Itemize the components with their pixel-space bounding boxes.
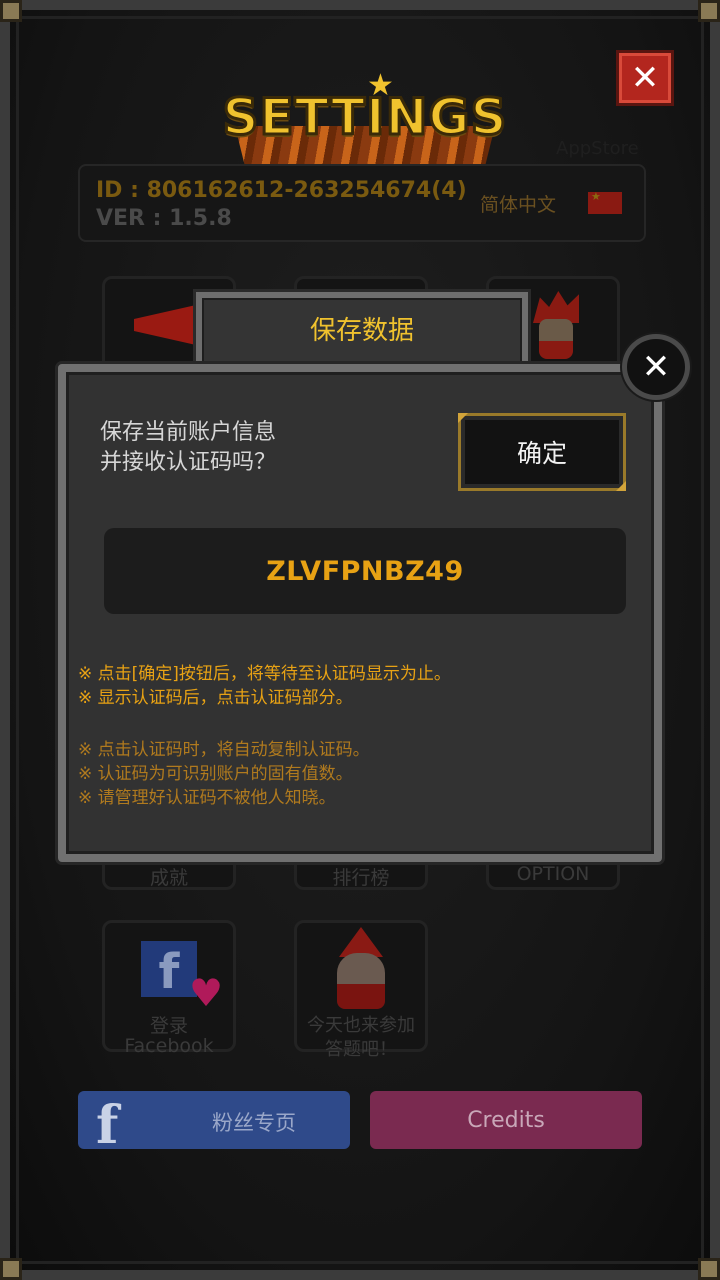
ranking-label: 排行榜 [332, 867, 390, 889]
credits-button[interactable]: Credits [370, 1091, 642, 1149]
quiz-label-2: 答题吧！ [325, 1039, 397, 1060]
account-info-panel: ID : 806162612-263254674(4) VER : 1.5.8 … [78, 164, 646, 242]
facebook-login-tile[interactable]: f ♥ 登录 Facebook [102, 920, 236, 1057]
dialog-title: 保存数据 [309, 315, 414, 346]
note-line: ※ 点击认证码时，将自动复制认证码。 [78, 740, 370, 760]
dialog-message: 保存当前账户信息 并接收认证码吗？ [100, 418, 420, 478]
fan-page-label: 粉丝专页 [212, 1111, 296, 1135]
note-line: ※ 点击[确定]按钮后，将等待至认证码显示为止。 [78, 664, 451, 684]
achievements-label: 成就 [149, 867, 188, 889]
elf-character-icon [321, 927, 401, 1011]
close-icon: ✕ [641, 347, 671, 387]
dialog-message-line-2: 并接收认证码吗？ [100, 450, 277, 475]
facebook-login-label-2: Facebook [124, 1035, 214, 1057]
daily-quiz-tile[interactable]: 今天也来参加 答题吧！ [294, 920, 428, 1060]
dialog-title-tab: 保存数据 [196, 292, 528, 370]
china-flag-icon[interactable] [588, 190, 622, 214]
close-icon: ✕ [630, 58, 660, 98]
logo-text: SETTINGS [221, 87, 508, 148]
frame-corner [0, 0, 22, 22]
facebook-fan-page-button[interactable]: f 粉丝专页 [78, 1091, 350, 1156]
confirm-button[interactable]: 确定 [458, 413, 626, 491]
note-line: ※ 显示认证码后，点击认证码部分。 [78, 688, 353, 708]
app-version: VER : 1.5.8 [96, 206, 232, 231]
character-icon [529, 291, 583, 361]
note-line: ※ 请管理好认证码不被他人知晓。 [78, 788, 336, 808]
quiz-label-1: 今天也来参加 [307, 1015, 415, 1036]
note-line: ※ 认证码为可识别账户的固有值数。 [78, 764, 353, 784]
frame-corner [698, 0, 720, 22]
megaphone-icon [134, 301, 204, 351]
dialog-close-button[interactable]: ✕ [622, 334, 690, 400]
facebook-icon: f [96, 1095, 119, 1156]
heart-icon: ♥ [189, 971, 224, 1015]
language-selector[interactable]: 简体中文 [480, 190, 556, 217]
facebook-login-label-1: 登录 [149, 1015, 188, 1037]
frame-corner [698, 1258, 720, 1280]
account-id: ID : 806162612-263254674(4) [96, 178, 467, 203]
settings-close-button[interactable]: ✕ [616, 50, 674, 106]
frame-corner [0, 1258, 22, 1280]
auth-code-box[interactable]: ZLVFPNBZ49 [104, 528, 626, 614]
settings-logo: ★ SETTINGS [215, 68, 515, 168]
dialog-message-line-1: 保存当前账户信息 [100, 420, 277, 445]
store-label: AppStore [556, 138, 639, 159]
option-label: OPTION [516, 863, 590, 885]
